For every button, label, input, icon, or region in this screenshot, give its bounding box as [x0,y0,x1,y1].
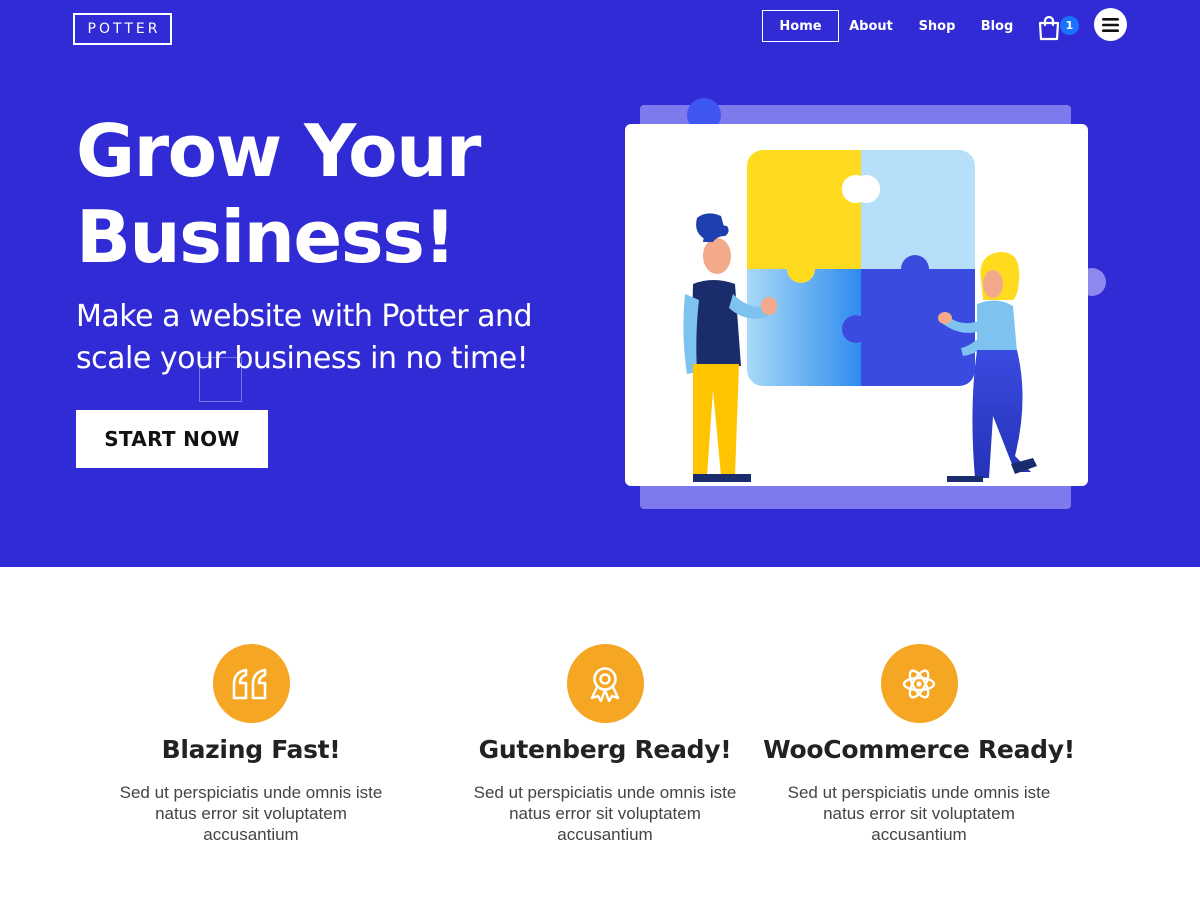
feature-woocommerce-ready: WooCommerce Ready! Sed ut perspiciatis u… [759,644,1079,845]
hero-title-line-1: Grow Your [76,109,481,193]
feature-gutenberg-ready: Gutenberg Ready! Sed ut perspiciatis und… [445,644,765,845]
cart-count-badge: 1 [1060,16,1079,35]
award-icon [566,644,644,723]
feature-description: Sed ut perspiciatis unde omnis iste natu… [465,782,745,845]
hero-subtitle-line-2: scale your business in no time! [76,341,529,376]
hero-title: Grow Your Business! [76,108,596,280]
feature-title: WooCommerce Ready! [763,735,1075,764]
feature-text-line: accusantium [871,825,967,844]
feature-text-line: natus error sit voluptatem [509,804,701,823]
nav-item-home[interactable]: Home [762,10,839,42]
quote-icon [212,644,290,723]
feature-text-line: accusantium [203,825,299,844]
feature-title: Gutenberg Ready! [478,735,732,764]
start-now-button[interactable]: START NOW [76,410,268,468]
main-nav: Home About Shop Blog [762,10,1025,42]
feature-description: Sed ut perspiciatis unde omnis iste natu… [779,782,1059,845]
nav-item-about[interactable]: About [839,10,903,42]
nav-item-blog[interactable]: Blog [969,10,1025,42]
site-logo[interactable]: POTTER [73,13,172,45]
feature-text-line: accusantium [557,825,653,844]
shopping-bag-icon[interactable] [1037,15,1061,41]
hamburger-icon [1102,17,1119,32]
feature-description: Sed ut perspiciatis unde omnis iste natu… [111,782,391,845]
feature-title: Blazing Fast! [161,735,341,764]
feature-blazing-fast: Blazing Fast! Sed ut perspiciatis unde o… [91,644,411,845]
hero-subtitle-line-1: Make a website with Potter and [76,299,533,334]
feature-text-line: natus error sit voluptatem [823,804,1015,823]
feature-text-line: Sed ut perspiciatis unde omnis iste [119,783,383,802]
features-section: Blazing Fast! Sed ut perspiciatis unde o… [0,567,1200,900]
hero-section: POTTER Home About Shop Blog 1 Grow Your … [0,0,1200,567]
feature-text-line: Sed ut perspiciatis unde omnis iste [787,783,1051,802]
feature-text-line: natus error sit voluptatem [155,804,347,823]
hero-illustration [625,124,1088,486]
puzzle-graphic [747,150,975,386]
nav-item-shop[interactable]: Shop [905,10,969,42]
hero-subtitle: Make a website with Potter and scale you… [76,296,576,380]
hero-title-line-2: Business! [76,195,456,279]
menu-toggle-button[interactable] [1094,8,1127,41]
atom-icon [880,644,958,723]
feature-text-line: Sed ut perspiciatis unde omnis iste [473,783,737,802]
